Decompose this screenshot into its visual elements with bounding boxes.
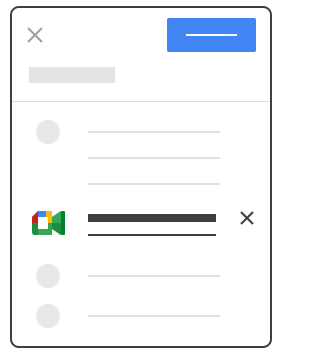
avatar-placeholder [36, 264, 60, 288]
list-item-line [88, 315, 220, 317]
selected-item-underline [88, 234, 216, 236]
list-item-line [88, 275, 220, 277]
close-icon[interactable] [25, 25, 45, 45]
list-item-line [88, 157, 220, 159]
primary-button-label-placeholder [186, 34, 237, 36]
remove-item-close-icon[interactable] [238, 209, 256, 227]
avatar-placeholder [36, 120, 60, 144]
selected-item-title-bar [88, 214, 216, 222]
google-meet-icon [32, 209, 66, 237]
dialog-card [10, 6, 272, 348]
header-divider [12, 101, 270, 102]
title-placeholder [29, 67, 115, 83]
avatar-placeholder [36, 304, 60, 328]
list-item-line [88, 183, 220, 185]
list-item-line [88, 131, 220, 133]
primary-button[interactable] [167, 18, 256, 52]
